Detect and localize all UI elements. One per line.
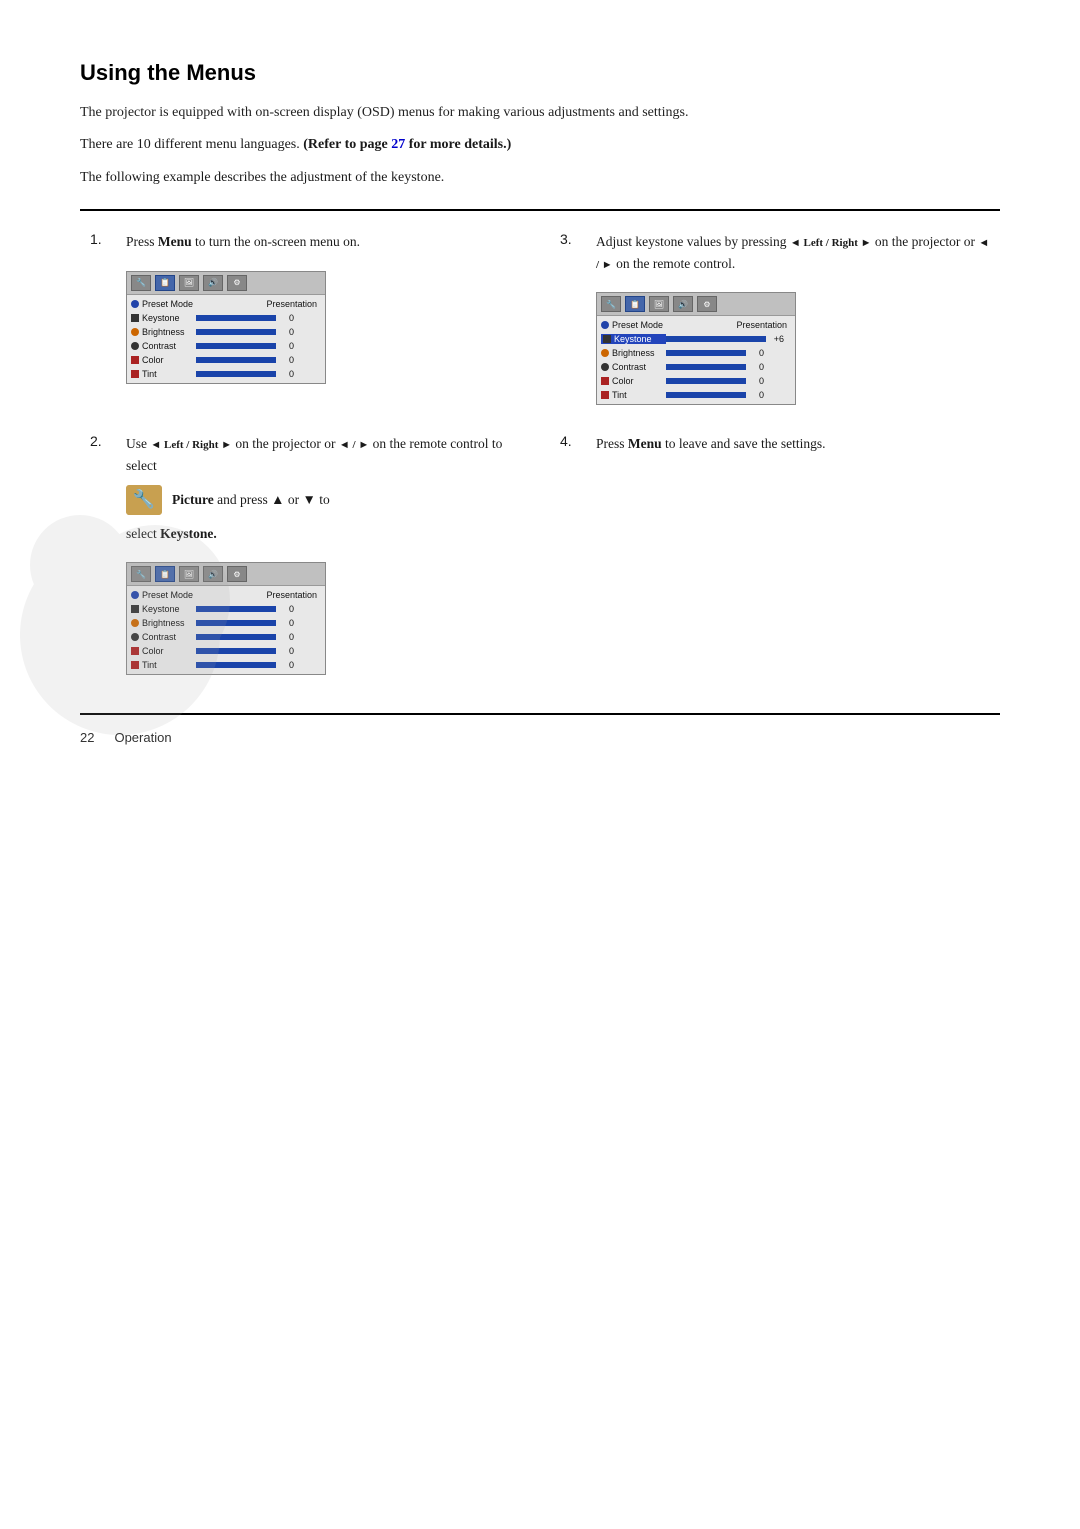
osd-icon-3-4: 🔊 (673, 296, 693, 312)
osd-icon-3: 🖼 (179, 275, 199, 291)
footer-section-label: Operation (114, 730, 171, 745)
refer-paragraph: There are 10 different menu languages. (… (80, 134, 1000, 156)
step-2-header: 2. Use ◄ Left / Right ► on the projector… (90, 433, 520, 544)
bottom-rule (80, 713, 1000, 715)
osd-toolbar-1: 🔧 📋 🖼 🔊 ⚙ (127, 272, 325, 295)
osd-menu-3: 🔧 📋 🖼 🔊 ⚙ Preset Mode Presentation (596, 292, 796, 405)
osd-brightness-row-3: Brightness 0 (601, 346, 791, 360)
refer-link[interactable]: 27 (391, 137, 405, 152)
osd-icon-2-1: 🔧 (131, 566, 151, 582)
page-content: Using the Menus The projector is equippe… (0, 0, 1080, 795)
svg-text:🔧: 🔧 (133, 488, 155, 509)
step-4: 4. Press Menu to leave and save the sett… (560, 433, 990, 683)
osd-preset-row: Preset Mode Presentation (131, 297, 321, 311)
osd-color-row-2: Color 0 (131, 644, 321, 658)
osd-contrast-row-3: Contrast 0 (601, 360, 791, 374)
osd-preset-dot (131, 300, 139, 308)
picture-inline: 🔧 Picture and press ▲ or ▼ to (126, 485, 520, 515)
osd-preset-row-3: Preset Mode Presentation (601, 318, 791, 332)
osd-icon-2-2: 📋 (155, 566, 175, 582)
osd-icon-2-4: 🔊 (203, 566, 223, 582)
osd-tint-row-3: Tint 0 (601, 388, 791, 402)
osd-tint-row-1: Tint 0 (131, 367, 321, 381)
step-2-text: Use ◄ Left / Right ► on the projector or… (126, 433, 520, 544)
osd-contrast-row-2: Contrast 0 (131, 630, 321, 644)
step-3-number: 3. (560, 231, 580, 247)
step-1-header: 1. Press Menu to turn the on-screen menu… (90, 231, 520, 253)
osd-icon-3-5: ⚙ (697, 296, 717, 312)
intro-paragraph: The projector is equipped with on-screen… (80, 102, 1000, 124)
refer-prefix: There are 10 different menu languages. (80, 137, 303, 152)
step-1-bold: Menu (158, 234, 192, 249)
osd-icon-2-5: ⚙ (227, 566, 247, 582)
step-1-number: 1. (90, 231, 110, 247)
osd-icon-3-2: 📋 (625, 296, 645, 312)
step-4-number: 4. (560, 433, 580, 449)
osd-contrast-row-1: Contrast 0 (131, 339, 321, 353)
osd-rows-3: Preset Mode Presentation Keystone +6 (597, 316, 795, 404)
top-rule (80, 209, 1000, 211)
osd-color-row-1: Color 0 (131, 353, 321, 367)
refer-bold-start: (Refer to page (303, 137, 391, 152)
osd-rows-1: Preset Mode Presentation Keystone 0 (127, 295, 325, 383)
page-footer: 22 Operation (80, 730, 172, 745)
osd-icon-3-3: 🖼 (649, 296, 669, 312)
step-1: 1. Press Menu to turn the on-screen menu… (90, 231, 520, 413)
osd-keystone-row-1: Keystone 0 (131, 311, 321, 325)
osd-icon-1: 🔧 (131, 275, 151, 291)
osd-brightness-row-2: Brightness 0 (131, 616, 321, 630)
footer-page-number: 22 (80, 730, 94, 745)
osd-icon-4: 🔊 (203, 275, 223, 291)
step-1-text: Press Menu to turn the on-screen menu on… (126, 231, 520, 253)
steps-grid: 1. Press Menu to turn the on-screen menu… (80, 231, 1000, 683)
osd-color-row-3: Color 0 (601, 374, 791, 388)
osd-brightness-row-1: Brightness 0 (131, 325, 321, 339)
section-title: Using the Menus (80, 60, 1000, 86)
step-3: 3. Adjust keystone values by pressing ◄ … (560, 231, 990, 413)
osd-menu-1: 🔧 📋 🖼 🔊 ⚙ Preset Mode Presentation (126, 271, 326, 384)
picture-svg: 🔧 (126, 485, 162, 515)
osd-icon-5: ⚙ (227, 275, 247, 291)
refer-bold-end: for more details.) (405, 137, 511, 152)
osd-rows-2: Preset Mode Presentation Keystone 0 (127, 586, 325, 674)
step-4-text: Press Menu to leave and save the setting… (596, 433, 990, 455)
osd-icon-2: 📋 (155, 275, 175, 291)
osd-toolbar-3: 🔧 📋 🖼 🔊 ⚙ (597, 293, 795, 316)
step-3-text: Adjust keystone values by pressing ◄ Lef… (596, 231, 990, 274)
step-2: 2. Use ◄ Left / Right ► on the projector… (90, 433, 520, 683)
osd-keystone-row-2: Keystone 0 (131, 602, 321, 616)
osd-toolbar-2: 🔧 📋 🖼 🔊 ⚙ (127, 563, 325, 586)
osd-keystone-row-3: Keystone +6 (601, 332, 791, 346)
step-4-header: 4. Press Menu to leave and save the sett… (560, 433, 990, 455)
osd-icon-3-1: 🔧 (601, 296, 621, 312)
step-3-header: 3. Adjust keystone values by pressing ◄ … (560, 231, 990, 274)
step-2-number: 2. (90, 433, 110, 449)
example-paragraph: The following example describes the adju… (80, 167, 1000, 189)
osd-preset-row-2: Preset Mode Presentation (131, 588, 321, 602)
osd-tint-row-2: Tint 0 (131, 658, 321, 672)
picture-icon: 🔧 (126, 485, 162, 515)
osd-icon-2-3: 🖼 (179, 566, 199, 582)
osd-preset-label: Preset Mode (131, 299, 196, 309)
osd-menu-2: 🔧 📋 🖼 🔊 ⚙ Preset Mode Presentation (126, 562, 326, 675)
